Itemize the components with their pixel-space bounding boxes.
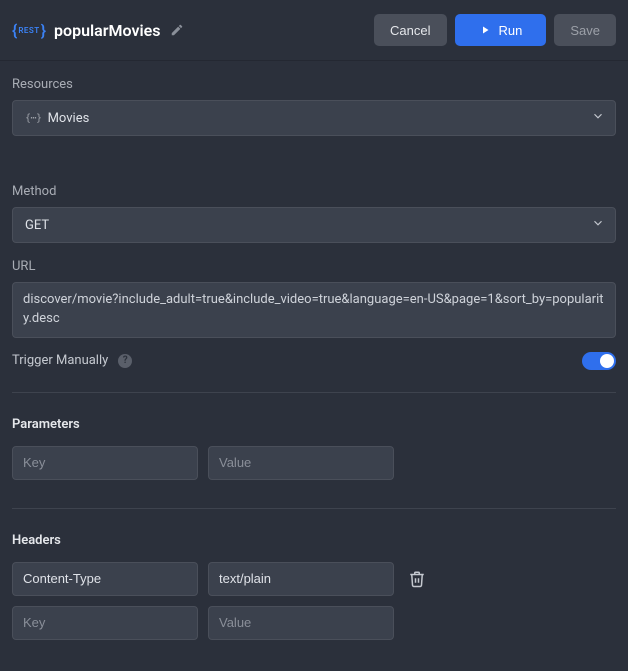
parameter-value-input[interactable] [208, 446, 394, 480]
trash-icon[interactable] [404, 566, 430, 592]
method-select[interactable]: GET [12, 207, 616, 243]
parameter-key-input[interactable] [12, 446, 198, 480]
method-selected-value: GET [25, 218, 49, 233]
parameter-row [12, 446, 616, 480]
chevron-down-icon [591, 216, 605, 234]
run-button[interactable]: Run [455, 14, 547, 46]
resources-selected-value: Movies [48, 111, 90, 126]
rest-icon: {REST} [12, 19, 46, 42]
content: Resources {⋯} Movies Method GET URL disc… [0, 61, 628, 640]
parameters-section: Parameters [12, 417, 616, 509]
header-row [12, 606, 616, 640]
resource-type-icon: {⋯} [25, 113, 42, 124]
chevron-down-icon [591, 109, 605, 127]
toggle-knob [600, 354, 614, 368]
trigger-label: Trigger Manually [12, 353, 108, 368]
trigger-row: Trigger Manually ? [12, 352, 616, 393]
resources-label: Resources [12, 77, 616, 92]
run-button-label: Run [499, 23, 523, 38]
header: {REST} popularMovies Cancel Run Save [0, 0, 628, 61]
header-value-input[interactable] [208, 562, 394, 596]
play-icon [479, 24, 491, 36]
header-row [12, 562, 616, 596]
header-key-input[interactable] [12, 606, 198, 640]
help-icon[interactable]: ? [118, 354, 132, 368]
cancel-button[interactable]: Cancel [374, 14, 446, 46]
header-key-input[interactable] [12, 562, 198, 596]
header-value-input[interactable] [208, 606, 394, 640]
page-title: popularMovies [54, 21, 160, 40]
save-button[interactable]: Save [554, 14, 616, 46]
trigger-toggle[interactable] [582, 352, 616, 370]
headers-section: Headers [12, 533, 616, 640]
url-input[interactable]: discover/movie?include_adult=true&includ… [12, 282, 616, 338]
parameters-title: Parameters [12, 417, 616, 432]
resources-select[interactable]: {⋯} Movies [12, 100, 616, 136]
headers-title: Headers [12, 533, 616, 548]
pencil-icon[interactable] [170, 23, 184, 37]
url-label: URL [12, 259, 616, 274]
method-label: Method [12, 184, 616, 199]
